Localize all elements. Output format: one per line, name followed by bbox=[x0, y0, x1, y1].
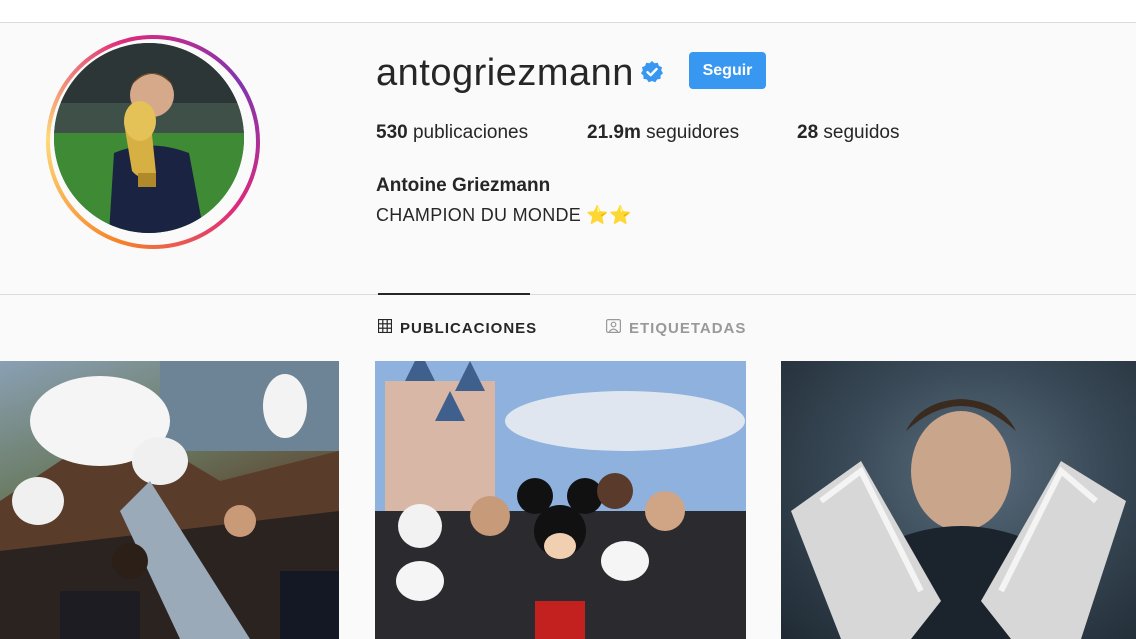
profile-avatar[interactable] bbox=[46, 35, 260, 249]
active-tab-indicator bbox=[378, 293, 530, 295]
posts-label: publicaciones bbox=[412, 122, 529, 143]
grid-icon bbox=[377, 318, 393, 337]
post-thumbnail-3[interactable] bbox=[781, 361, 1136, 639]
post-thumbnail-1[interactable] bbox=[0, 361, 339, 639]
top-nav-bar bbox=[0, 0, 1136, 23]
tab-tagged-label: ETIQUETADAS bbox=[629, 319, 747, 337]
post-thumbnail-2[interactable] bbox=[375, 361, 746, 639]
avatar-photo bbox=[54, 43, 244, 233]
followers-label: seguidores bbox=[646, 122, 740, 143]
tab-tagged[interactable]: ETIQUETADAS bbox=[606, 318, 746, 338]
verified-badge-icon bbox=[640, 60, 664, 84]
posts-count: 530 bbox=[376, 122, 408, 143]
following-count: 28 bbox=[797, 122, 819, 143]
following-stat[interactable]: 28 seguidos bbox=[797, 122, 899, 144]
following-label: seguidos bbox=[823, 122, 900, 143]
profile-username: antogriezmann bbox=[376, 52, 634, 94]
section-divider bbox=[0, 294, 1136, 295]
followers-stat[interactable]: 21.9m seguidores bbox=[587, 122, 739, 144]
profile-bio: CHAMPION DU MONDE ⭐⭐ bbox=[376, 205, 632, 225]
posts-stat[interactable]: 530 publicaciones bbox=[376, 122, 528, 144]
tagged-icon bbox=[606, 319, 622, 337]
followers-count: 21.9m bbox=[587, 122, 641, 143]
follow-button[interactable]: Seguir bbox=[689, 52, 766, 89]
tab-posts-label: PUBLICACIONES bbox=[400, 319, 538, 337]
profile-full-name: Antoine Griezmann bbox=[376, 175, 551, 196]
tab-posts[interactable]: PUBLICACIONES bbox=[377, 318, 538, 338]
